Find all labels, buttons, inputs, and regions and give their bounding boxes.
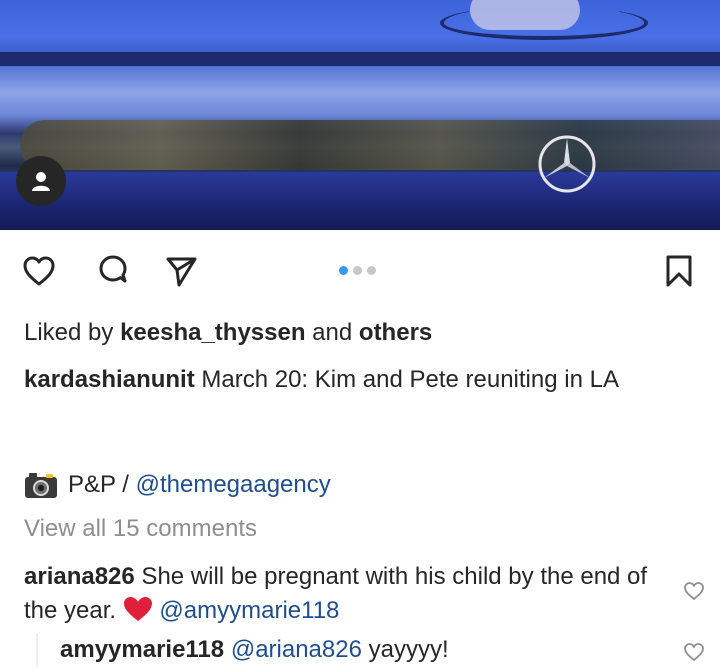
photo-credit: P&P / @themegaagency bbox=[24, 468, 331, 502]
carousel-dot bbox=[367, 266, 376, 275]
caption-text: March 20: Kim and Pete reuniting in LA bbox=[194, 366, 619, 393]
likes-prefix: Liked by bbox=[24, 319, 121, 346]
comment-username[interactable]: ariana826 bbox=[24, 563, 135, 590]
reply-like-heart-icon[interactable] bbox=[683, 641, 705, 663]
credit-prefix: P&P / bbox=[68, 471, 136, 498]
carousel-dot bbox=[353, 266, 362, 275]
caption-username[interactable]: kardashianunit bbox=[24, 366, 195, 393]
send-icon[interactable] bbox=[164, 254, 198, 288]
bookmark-icon[interactable] bbox=[662, 254, 696, 288]
reply-username[interactable]: amyymarie118 bbox=[60, 636, 224, 663]
red-heart-emoji-icon bbox=[123, 597, 152, 621]
tagged-users-button[interactable] bbox=[16, 156, 66, 206]
credit-handle-link[interactable]: @themegaagency bbox=[136, 471, 331, 498]
mercedes-star-icon bbox=[538, 135, 596, 193]
photo-frame bbox=[0, 52, 720, 66]
post-caption: kardashianunit March 20: Kim and Pete re… bbox=[24, 363, 694, 397]
camera-icon bbox=[25, 473, 57, 498]
carousel-dot bbox=[339, 266, 348, 275]
photo-hand bbox=[470, 0, 580, 30]
photo-reflection bbox=[20, 120, 720, 170]
likes-summary[interactable]: Liked by keesha_thyssen and others bbox=[24, 316, 432, 350]
comment-mention-link[interactable]: @amyymarie118 bbox=[159, 597, 339, 624]
photo-hood bbox=[0, 172, 720, 230]
user-icon bbox=[32, 172, 50, 191]
reply-text: yayyyy! bbox=[361, 636, 449, 663]
reply-mention-link[interactable]: @ariana826 bbox=[231, 636, 362, 663]
view-all-comments-link[interactable]: View all 15 comments bbox=[24, 512, 257, 546]
carousel-indicator bbox=[339, 266, 376, 275]
liked-by-others[interactable]: others bbox=[359, 319, 432, 346]
reply-item: amyymarie118 @ariana826 yayyyy! bbox=[36, 633, 449, 667]
heart-icon[interactable] bbox=[22, 254, 56, 288]
liked-by-username[interactable]: keesha_thyssen bbox=[120, 319, 305, 346]
comment-icon[interactable] bbox=[96, 254, 130, 288]
likes-and: and bbox=[305, 319, 359, 346]
comment-like-heart-icon[interactable] bbox=[683, 580, 705, 602]
post-photo[interactable] bbox=[0, 0, 720, 230]
comment-item: ariana826 She will be pregnant with his … bbox=[24, 560, 664, 628]
